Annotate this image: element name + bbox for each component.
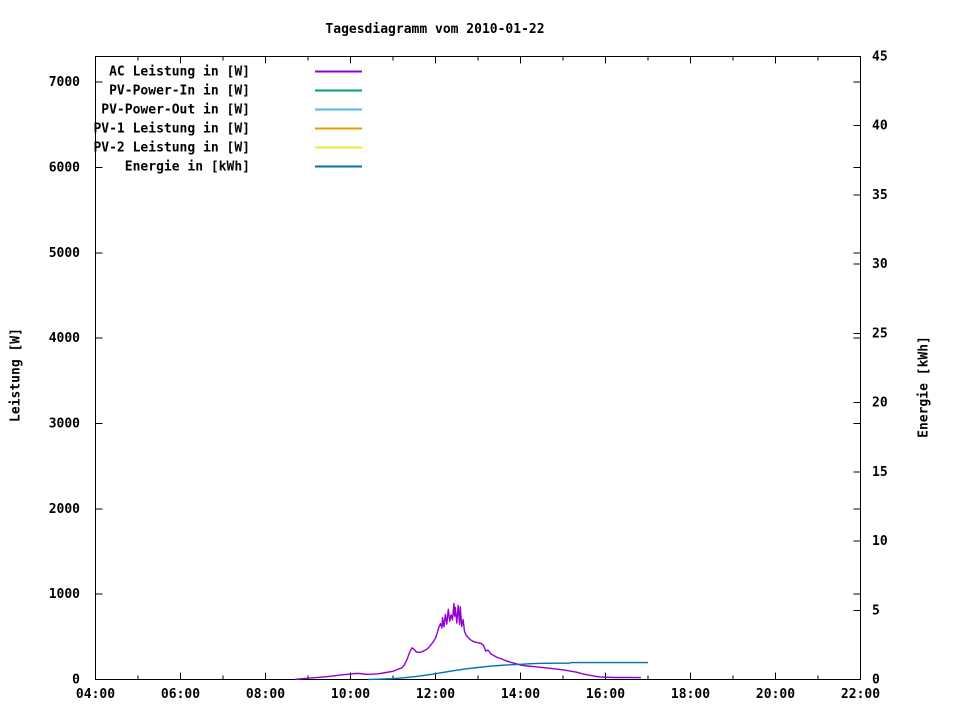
- y2-tick-label: 5: [872, 603, 880, 618]
- x-tick-label: 08:00: [246, 687, 285, 702]
- y-tick-label: 4000: [49, 331, 80, 346]
- y-tick-label: 6000: [49, 160, 80, 175]
- legend-label: PV-2 Leistung in [W]: [93, 141, 250, 156]
- x-tick-label: 14:00: [501, 687, 540, 702]
- y2-tick-label: 15: [872, 465, 888, 480]
- y2-tick-label: 30: [872, 257, 888, 272]
- y-tick-label: 2000: [49, 502, 80, 517]
- y2-tick-label: 0: [872, 673, 880, 688]
- y2-tick-label: 35: [872, 188, 888, 203]
- x-tick-label: 12:00: [416, 687, 455, 702]
- x-tick-label: 20:00: [756, 687, 795, 702]
- legend-label: PV-Power-In in [W]: [109, 84, 250, 99]
- y-tick-label: 0: [72, 673, 80, 688]
- x-tick-label: 06:00: [161, 687, 200, 702]
- y2-tick-label: 45: [872, 50, 888, 65]
- y2-tick-label: 20: [872, 396, 888, 411]
- y2-tick-label: 25: [872, 326, 888, 341]
- x-tick-label: 10:00: [331, 687, 370, 702]
- x-tick-label: 18:00: [671, 687, 710, 702]
- legend-label: Energie in [kWh]: [125, 160, 250, 175]
- y2-tick-label: 40: [872, 119, 888, 134]
- chart: Tagesdiagramm vom 2010-01-22 Leistung [W…: [0, 0, 960, 720]
- legend-label: PV-1 Leistung in [W]: [93, 122, 250, 137]
- x-tick-label: 22:00: [841, 687, 880, 702]
- x-tick-label: 16:00: [586, 687, 625, 702]
- plot-area: 04:00 06:00 08:00 10:00 12:00 14:00 16:00 18:00…: [49, 50, 888, 703]
- legend-label: PV-Power-Out in [W]: [101, 103, 250, 118]
- y-tick-label: 3000: [49, 416, 80, 431]
- y2-tick-label: 10: [872, 534, 888, 549]
- legend-label: AC Leistung in [W]: [109, 65, 250, 80]
- y-tick-label: 1000: [49, 587, 80, 602]
- x-tick-label: 04:00: [76, 687, 115, 702]
- y-tick-label: 5000: [49, 246, 80, 261]
- y-tick-label: 7000: [49, 75, 80, 90]
